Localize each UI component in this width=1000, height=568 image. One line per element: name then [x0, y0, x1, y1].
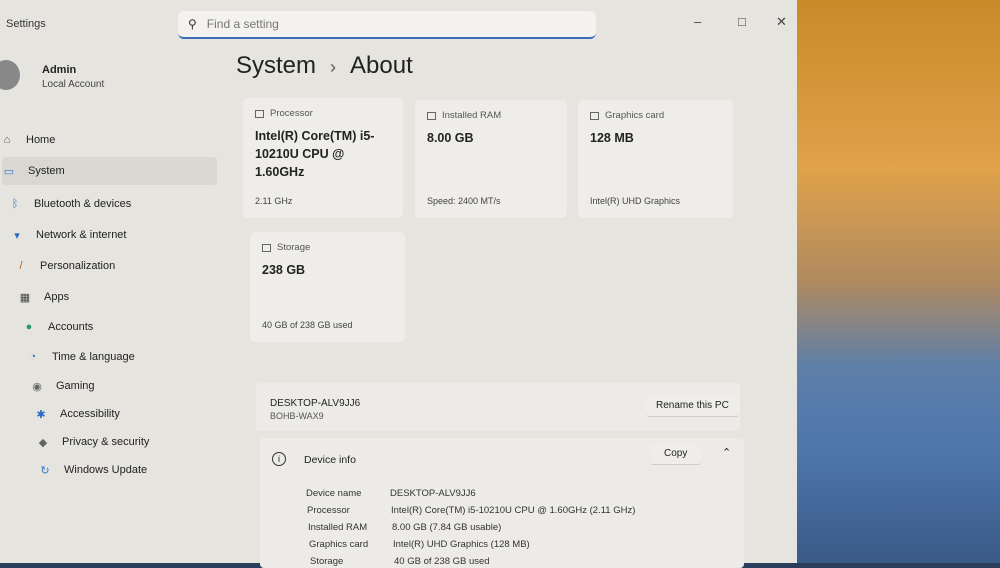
card-label: Storage	[277, 242, 311, 253]
card-value: 8.00 GB	[427, 131, 474, 145]
globe-icon: ◔	[29, 351, 37, 363]
sidebar-item-label: Privacy & security	[62, 436, 150, 448]
sidebar-item-label: System	[28, 165, 65, 177]
chevron-up-icon[interactable]: ⌃	[722, 446, 731, 459]
apps-icon: ▦	[19, 291, 31, 304]
rename-pc-button[interactable]: Rename this PC	[646, 395, 739, 417]
desktop-wallpaper	[790, 0, 1000, 563]
account-type: Local Account	[42, 79, 105, 90]
sidebar-item-label: Accounts	[48, 321, 94, 333]
sidebar-item-personalization[interactable]: / Personalization	[14, 256, 115, 276]
sidebar-item-apps[interactable]: ▦ Apps	[18, 287, 69, 307]
minimize-button[interactable]: –	[694, 14, 701, 29]
sidebar-item-label: Accessibility	[60, 408, 120, 420]
card-sub: 40 GB of 238 GB used	[262, 320, 353, 330]
info-icon: i	[272, 452, 286, 466]
maximize-button[interactable]: □	[738, 14, 746, 29]
sidebar-item-privacy-security[interactable]: ◆ Privacy & security	[36, 432, 150, 452]
window-title: Settings	[6, 18, 46, 30]
search-input[interactable]: ⚲ Find a setting	[178, 11, 596, 39]
system-icon: ▭	[3, 165, 15, 178]
home-icon: ⌂	[3, 134, 11, 146]
sidebar-item-label: Gaming	[56, 380, 95, 392]
device-info-row: Storage 40 GB of 238 GB used	[310, 556, 490, 567]
sidebar-item-label: Home	[26, 134, 56, 146]
search-placeholder: Find a setting	[206, 17, 279, 31]
pc-name-panel: DESKTOP-ALV9JJ6 BOHB-WAX9 Rename this PC	[256, 383, 740, 431]
settings-window: Settings ⚲ Find a setting – □ ✕ Admin Lo…	[0, 0, 797, 568]
card-value: Intel(R) Core(TM) i5-10210U CPU @ 1.60GH…	[255, 129, 375, 179]
row-label: Storage	[310, 556, 344, 567]
row-label: Processor	[307, 505, 350, 516]
brush-icon: /	[19, 260, 23, 272]
card-sub: Intel(R) UHD Graphics	[590, 196, 681, 206]
sidebar-item-home[interactable]: ⌂ Home	[0, 130, 56, 150]
pc-model: BOHB-WAX9	[270, 411, 324, 421]
user-name: Admin	[42, 64, 77, 76]
copy-button[interactable]: Copy	[650, 443, 702, 465]
card-label: Installed RAM	[442, 110, 502, 121]
ram-card: Installed RAM 8.00 GB Speed: 2400 MT/s	[415, 100, 567, 218]
storage-icon	[262, 243, 271, 252]
sidebar-item-label: Bluetooth & devices	[34, 198, 132, 210]
device-info-row: Device name DESKTOP-ALV9JJ6	[306, 488, 476, 499]
sidebar-item-label: Apps	[44, 291, 70, 303]
processor-icon	[255, 109, 264, 118]
sidebar-item-network-internet[interactable]: ▾ Network & internet	[10, 225, 126, 245]
accounts-icon: ●	[25, 321, 33, 333]
sidebar-item-accounts[interactable]: ● Accounts	[22, 317, 94, 337]
breadcrumb-system[interactable]: System	[236, 52, 316, 79]
sidebar-item-bluetooth-devices[interactable]: ᛒ Bluetooth & devices	[8, 194, 132, 214]
sidebar-item-time-language[interactable]: ◔ Time & language	[26, 347, 135, 367]
page-title: About	[350, 52, 413, 79]
row-value: Intel(R) UHD Graphics (128 MB)	[393, 539, 530, 550]
sidebar-item-label: Personalization	[40, 260, 116, 272]
card-label: Processor	[270, 108, 313, 119]
device-info-title: Device info	[304, 454, 356, 466]
update-icon: ↻	[40, 464, 50, 477]
search-icon: ⚲	[188, 17, 197, 31]
ram-icon	[427, 111, 436, 120]
device-info-row: Processor Intel(R) Core(TM) i5-10210U CPU…	[307, 505, 635, 516]
device-info-row: Graphics card Intel(R) UHD Graphics (128 …	[309, 539, 530, 550]
avatar	[0, 60, 20, 90]
pc-name: DESKTOP-ALV9JJ6	[270, 398, 361, 409]
row-label: Installed RAM	[308, 522, 368, 533]
row-value: 40 GB of 238 GB used	[394, 556, 490, 567]
accessibility-icon: ✱	[36, 408, 46, 421]
card-label: Graphics card	[605, 110, 665, 121]
sidebar-item-label: Time & language	[52, 351, 135, 363]
bluetooth-icon: ᛒ	[11, 198, 19, 210]
storage-card: Storage 238 GB 40 GB of 238 GB used	[250, 232, 405, 342]
row-label: Graphics card	[309, 539, 369, 550]
monitor-icon	[590, 111, 599, 120]
card-value: 238 GB	[262, 263, 306, 277]
sidebar-item-accessibility[interactable]: ✱ Accessibility	[34, 404, 120, 424]
processor-card: Processor Intel(R) Core(TM) i5-10210U CP…	[243, 98, 403, 218]
gamepad-icon: ◉	[32, 380, 42, 393]
row-value: Intel(R) Core(TM) i5-10210U CPU @ 1.60GH…	[391, 505, 636, 516]
row-label: Device name	[306, 488, 362, 499]
device-info-row: Installed RAM 8.00 GB (7.84 GB usable)	[308, 522, 501, 533]
graphics-card: Graphics card 128 MB Intel(R) UHD Graphi…	[578, 100, 733, 218]
sidebar-item-gaming[interactable]: ◉ Gaming	[30, 376, 95, 396]
row-value: DESKTOP-ALV9JJ6	[390, 488, 476, 499]
card-sub: 2.11 GHz	[255, 196, 293, 206]
sidebar-item-system[interactable]: ▭ System	[2, 157, 217, 185]
shield-icon: ◆	[38, 436, 48, 449]
breadcrumb: System › About	[236, 52, 413, 80]
card-value: 128 MB	[590, 131, 634, 145]
sidebar-item-label: Network & internet	[36, 229, 127, 241]
sidebar-item-windows-update[interactable]: ↻ Windows Update	[38, 460, 147, 480]
breadcrumb-separator: ›	[330, 57, 337, 77]
row-value: 8.00 GB (7.84 GB usable)	[392, 522, 502, 533]
wifi-icon: ▾	[14, 229, 20, 242]
card-sub: Speed: 2400 MT/s	[427, 196, 501, 206]
sidebar-item-label: Windows Update	[64, 464, 148, 476]
close-button[interactable]: ✕	[776, 14, 787, 30]
